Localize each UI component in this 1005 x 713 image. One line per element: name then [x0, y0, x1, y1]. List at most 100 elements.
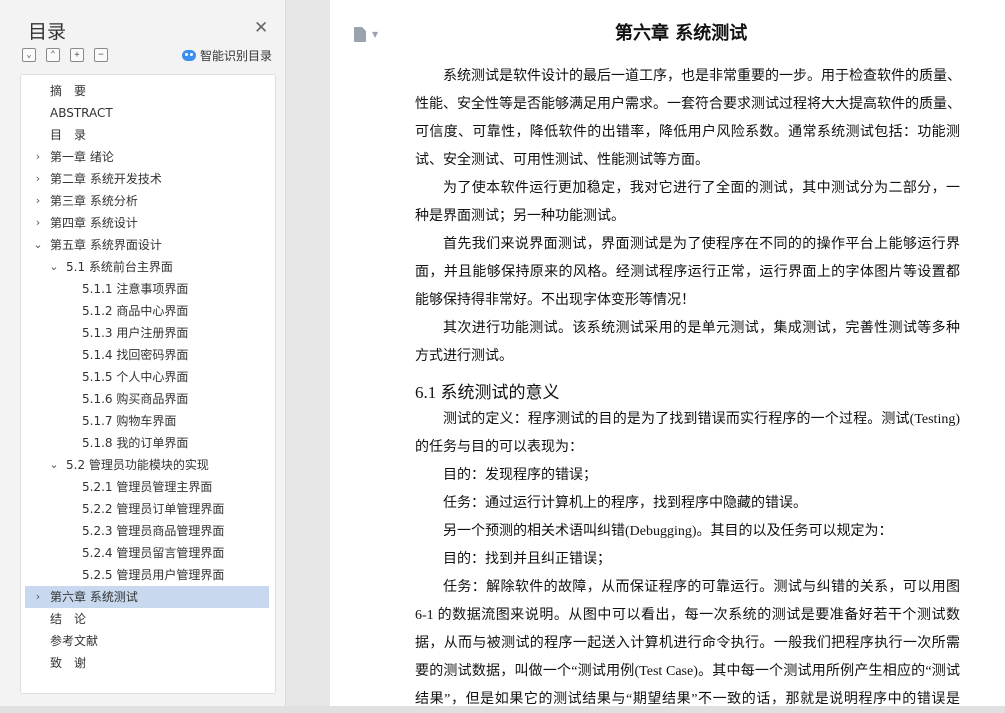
toc-item[interactable]: 目 录: [25, 124, 269, 146]
toc-item-label: 5.1.4 找回密码界面: [82, 348, 189, 362]
paragraph-line: 试、安全测试、可用性测试、性能测试等方面。: [415, 153, 709, 168]
chapter-title: 第六章 系统测试: [615, 23, 748, 44]
toc-item-label: 5.1.7 购物车界面: [82, 414, 177, 428]
paragraph-line: 任务：解除软件的故障，从而保证程序的可靠运行。测试与纠错的关系，可以用图: [443, 580, 960, 595]
paragraph-line: 结果”，但是如果它的测试结果与“期望结果”不一致的话，那就是说明程序中的错误是: [415, 692, 960, 706]
paragraph-line: 目的：发现程序的错误；: [443, 468, 597, 483]
toc-item-label: 第二章 系统开发技术: [50, 172, 162, 186]
chevron-down-icon[interactable]: ⌄: [49, 256, 59, 278]
toc-item[interactable]: 5.1.7 购物车界面: [25, 410, 269, 432]
toc-item-label: 致 谢: [50, 656, 87, 670]
smart-toc-icon: [182, 50, 196, 61]
toc-item-label: 第四章 系统设计: [50, 216, 138, 230]
toc-item[interactable]: 5.1.8 我的订单界面: [25, 432, 269, 454]
toc-item[interactable]: 5.1.4 找回密码界面: [25, 344, 269, 366]
expand-all-button[interactable]: ⌃: [46, 48, 60, 62]
paragraph-line: 的任务与目的可以表现为：: [415, 440, 583, 455]
toc-item[interactable]: › 第六章 系统测试: [25, 586, 269, 608]
paragraph-line: 可信度、可靠性，降低软件的出错率，降低用户风险系数。通常系统测试包括：功能测: [415, 125, 960, 140]
toc-item[interactable]: 摘 要: [25, 80, 269, 102]
toc-item[interactable]: 5.1.6 购买商品界面: [25, 388, 269, 410]
paragraph-line: 要的测试数据，叫做一个“测试用例(Test Case)。其中每一个测试用所例产生…: [415, 664, 960, 679]
smart-toc-label: 智能识别目录: [200, 49, 273, 63]
toc-item-label: 5.1.2 商品中心界面: [82, 304, 189, 318]
toc-item[interactable]: 5.2.4 管理员留言管理界面: [25, 542, 269, 564]
toc-item-label: 摘 要: [50, 84, 87, 98]
toc-item-label: 5.1.5 个人中心界面: [82, 370, 189, 384]
toc-item[interactable]: ABSTRACT: [25, 102, 269, 124]
toc-item[interactable]: › 第一章 绪论: [25, 146, 269, 168]
chevron-right-icon[interactable]: ›: [33, 168, 43, 190]
section-heading: 6.1 系统测试的意义: [415, 383, 560, 402]
paragraph-line: 任务：通过运行计算机上的程序，找到程序中隐藏的错误。: [443, 496, 807, 511]
paragraph-line: 为了使本软件运行更加稳定，我对它进行了全面的测试，其中测试分为二部分，一: [443, 181, 960, 196]
paragraph-line: 方式进行测试。: [415, 349, 513, 364]
toc-toolbar: ⌄ ⌃ + −: [22, 48, 108, 62]
toc-item[interactable]: 5.2.5 管理员用户管理界面: [25, 564, 269, 586]
paragraph-line: 另一个预测的相关术语叫纠错(Debugging)。其目的以及任务可以规定为：: [443, 524, 893, 539]
toc-item[interactable]: 5.1.5 个人中心界面: [25, 366, 269, 388]
chevron-right-icon[interactable]: ›: [33, 212, 43, 234]
toc-item[interactable]: › 第二章 系统开发技术: [25, 168, 269, 190]
paragraph-line: 系统测试是软件设计的最后一道工序，也是非常重要的一步。用于检查软件的质量、: [443, 69, 961, 84]
toc-item-label: 参考文献: [50, 634, 99, 648]
paragraph-line: 面，并且能够保持原来的风格。经测试程序运行正常，运行界面上的字体图片等设置都: [415, 265, 960, 280]
paragraph-line: 目的：找到并且纠正错误；: [443, 552, 611, 567]
toc-item[interactable]: 5.1.2 商品中心界面: [25, 300, 269, 322]
toc-item[interactable]: ⌄ 5.2 管理员功能模块的实现: [25, 454, 269, 476]
collapse-all-button[interactable]: ⌄: [22, 48, 36, 62]
toc-item-label: 5.1.3 用户注册界面: [82, 326, 189, 340]
toc-item-label: 5.2 管理员功能模块的实现: [66, 458, 209, 472]
toc-item[interactable]: › 第四章 系统设计: [25, 212, 269, 234]
toc-item-label: 第六章 系统测试: [50, 590, 138, 604]
toc-item-label: 5.2.4 管理员留言管理界面: [82, 546, 225, 560]
toc-item[interactable]: 结 论: [25, 608, 269, 630]
toc-item[interactable]: › 第三章 系统分析: [25, 190, 269, 212]
toc-item-label: 5.1 系统前台主界面: [66, 260, 173, 274]
panel-splitter[interactable]: [286, 0, 330, 713]
chevron-right-icon[interactable]: ›: [33, 190, 43, 212]
remove-heading-button[interactable]: −: [94, 48, 108, 62]
toc-item-label: 目 录: [50, 128, 87, 142]
chevron-right-icon[interactable]: ›: [33, 586, 43, 608]
toc-item[interactable]: 5.2.2 管理员订单管理界面: [25, 498, 269, 520]
toc-item-label: 第一章 绪论: [50, 150, 114, 164]
toc-item-label: 第三章 系统分析: [50, 194, 138, 208]
toc-item-label: ABSTRACT: [50, 106, 113, 120]
document-page: ▼ 第六章 系统测试 6.1 系统测试的意义 系统测试是软件设计的最后一道工序，…: [330, 0, 1005, 706]
toc-item[interactable]: ⌄ 5.1 系统前台主界面: [25, 256, 269, 278]
status-bar: [0, 706, 1005, 713]
document-icon[interactable]: [354, 27, 366, 42]
chevron-down-icon[interactable]: ▼: [372, 30, 378, 39]
chevron-down-icon[interactable]: ⌄: [49, 454, 59, 476]
toc-item[interactable]: 致 谢: [25, 652, 269, 674]
paragraph-line: 种是界面测试；另一种功能测试。: [415, 209, 625, 224]
toc-item-label: 5.2.5 管理员用户管理界面: [82, 568, 225, 582]
toc-item[interactable]: 5.2.3 管理员商品管理界面: [25, 520, 269, 542]
paragraph-line: 测试的定义：程序测试的目的是为了找到错误而实行程序的一个过程。测试(Testin…: [443, 412, 960, 427]
toc-title: 目录: [28, 21, 67, 43]
toc-item-label: 第五章 系统界面设计: [50, 238, 162, 252]
toc-list: 摘 要 ABSTRACT 目 录 › 第一章 绪论 › 第二章 系统开发技术 › 第三章 系统分…: [20, 74, 276, 694]
paragraph-line: 首先我们来说界面测试，界面测试是为了使程序在不同的的操作平台上能够运行界: [443, 237, 960, 252]
toc-item[interactable]: ⌄ 第五章 系统界面设计: [25, 234, 269, 256]
toc-item[interactable]: 5.1.1 注意事项界面: [25, 278, 269, 300]
paragraph-line: 6-1 的数据流图来说明。从图中可以看出，每一次系统的测试是要准备好若干个测试数: [415, 608, 960, 623]
paragraph-line: 能够保持得非常好。不出现字体变形等情况！: [415, 293, 695, 308]
toc-item[interactable]: 参考文献: [25, 630, 269, 652]
toc-item[interactable]: 5.1.3 用户注册界面: [25, 322, 269, 344]
paragraph-line: 据，从而与被测试的程序一起送入计算机进行命令执行。一般我们把程序执行一次所需: [415, 636, 960, 651]
toc-item-label: 5.2.3 管理员商品管理界面: [82, 524, 225, 538]
toc-item[interactable]: 5.2.1 管理员管理主界面: [25, 476, 269, 498]
paragraph-line: 其次进行功能测试。该系统测试采用的是单元测试，集成测试，完善性测试等多种: [443, 321, 960, 336]
smart-toc-button[interactable]: 智能识别目录: [182, 47, 272, 64]
chevron-down-icon[interactable]: ⌄: [33, 234, 43, 256]
toc-panel: 目录 ✕ ⌄ ⌃ + − 智能识别目录 摘 要 ABSTRACT 目 录 › 第一章 绪…: [0, 0, 286, 713]
toc-item-label: 结 论: [50, 612, 87, 626]
toc-item-label: 5.2.2 管理员订单管理界面: [82, 502, 225, 516]
close-icon[interactable]: ✕: [254, 19, 268, 37]
chevron-right-icon[interactable]: ›: [33, 146, 43, 168]
add-heading-button[interactable]: +: [70, 48, 84, 62]
toc-item-label: 5.2.1 管理员管理主界面: [82, 480, 213, 494]
toc-item-label: 5.1.1 注意事项界面: [82, 282, 189, 296]
